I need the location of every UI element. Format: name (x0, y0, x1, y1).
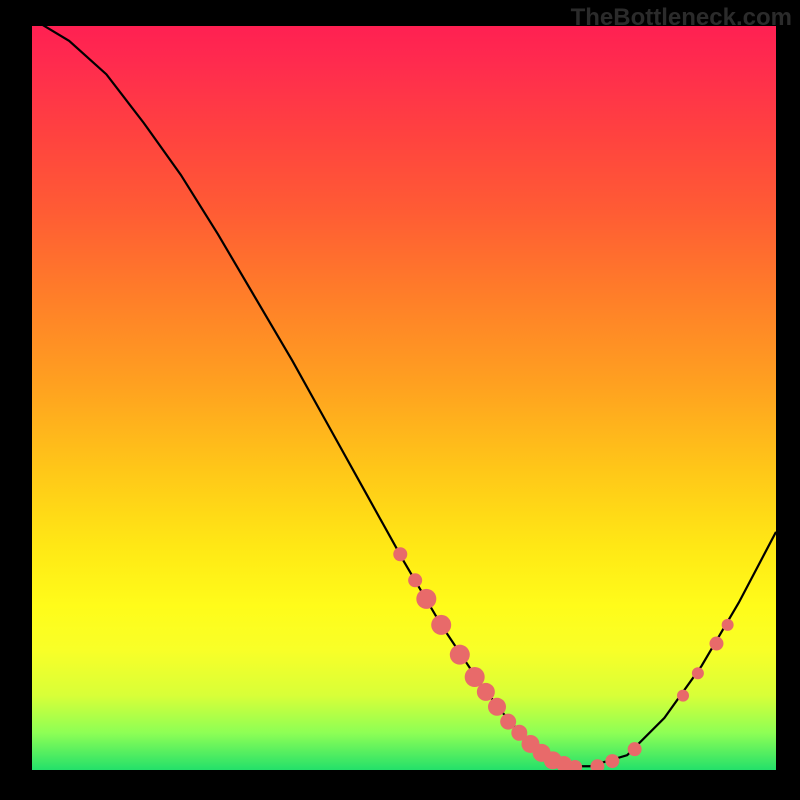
data-marker (393, 547, 407, 561)
data-marker (692, 667, 704, 679)
data-marker (416, 589, 436, 609)
data-marker (590, 759, 604, 770)
chart-overlay (32, 26, 776, 770)
data-markers (393, 547, 733, 770)
data-marker (722, 619, 734, 631)
data-marker (488, 698, 506, 716)
data-marker (431, 615, 451, 635)
chart-container: TheBottleneck.com (0, 0, 800, 800)
data-marker (605, 754, 619, 768)
data-marker (628, 742, 642, 756)
data-marker (677, 690, 689, 702)
data-marker (709, 637, 723, 651)
watermark-text: TheBottleneck.com (571, 4, 792, 32)
data-marker (477, 683, 495, 701)
data-marker (450, 645, 470, 665)
bottleneck-curve (32, 26, 776, 766)
data-marker (408, 573, 422, 587)
plot-area (32, 26, 776, 770)
